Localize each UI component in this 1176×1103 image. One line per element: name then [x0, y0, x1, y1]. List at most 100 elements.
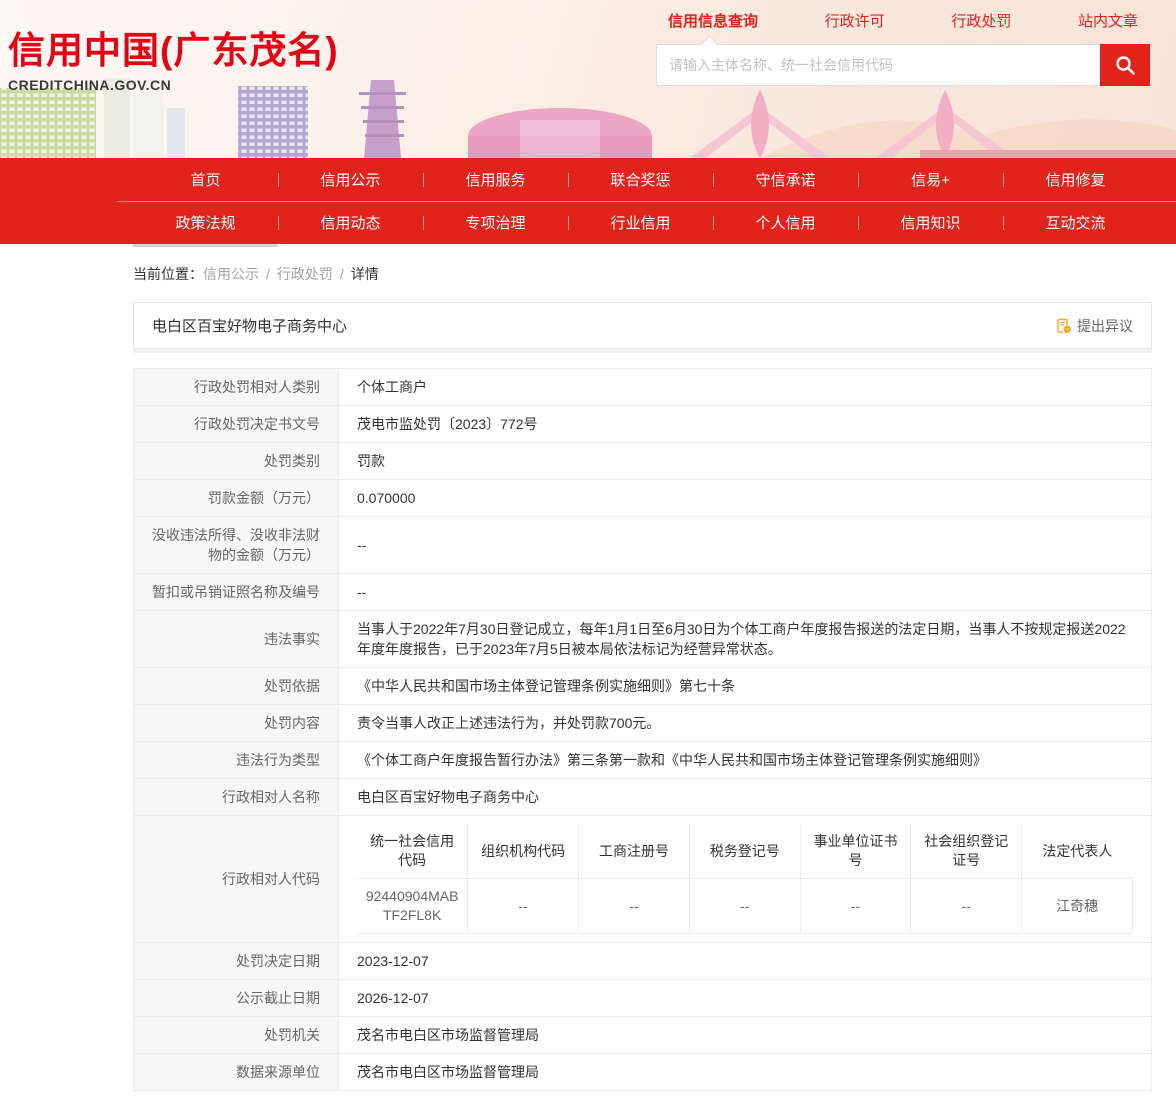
code-header: 事业单位证书号	[800, 824, 911, 879]
field-label: 违法事实	[134, 611, 339, 668]
field-value: 2023-12-07	[339, 943, 1152, 980]
field-label: 暂扣或吊销证照名称及编号	[134, 574, 339, 611]
nav-item-industry-credit[interactable]: 行业信用	[568, 212, 713, 233]
nav-row-1: 首页 信用公示 信用服务 联合奖惩 守信承诺 信易+ 信用修复	[133, 158, 1148, 201]
title-bar: 电白区百宝好物电子商务中心 提出异议	[133, 302, 1152, 349]
field-label: 行政处罚决定书文号	[134, 406, 339, 443]
penalty-detail-table: 行政处罚相对人类别 个体工商户 行政处罚决定书文号 茂电市监处罚〔2023〕77…	[133, 368, 1152, 1091]
table-row: 公示截止日期 2026-12-07	[134, 980, 1152, 1017]
nav-item-credit-service[interactable]: 信用服务	[423, 169, 568, 190]
nav-item-integrity-promise[interactable]: 守信承诺	[713, 169, 858, 190]
field-label: 处罚类别	[134, 443, 339, 480]
table-row: 没收违法所得、没收非法财物的金额（万元） --	[134, 517, 1152, 574]
field-value: 个体工商户	[339, 369, 1152, 406]
nav-item-xinyi-plus[interactable]: 信易+	[858, 169, 1003, 190]
field-label: 没收违法所得、没收非法财物的金额（万元）	[134, 517, 339, 574]
code-value: --	[689, 879, 800, 934]
site-logo[interactable]: 信用中国(广东茂名) CREDITCHINA.GOV.CN	[8, 20, 339, 93]
main-content: 当前位置：信用公示/行政处罚/详情 电白区百宝好物电子商务中心 提出异议	[133, 264, 1152, 1103]
code-value: --	[468, 879, 579, 934]
code-value: --	[911, 879, 1022, 934]
logo-title: 信用中国(广东茂名)	[8, 20, 339, 74]
field-label: 行政相对人名称	[134, 779, 339, 816]
subject-codes-table: 统一社会信用代码 组织机构代码 工商注册号 税务登记号 事业单位证书号 社会组织…	[357, 824, 1133, 934]
search-button[interactable]	[1100, 44, 1150, 86]
field-label: 行政相对人代码	[134, 816, 339, 943]
nav-item-credit-repair[interactable]: 信用修复	[1003, 169, 1148, 190]
code-header: 组织机构代码	[468, 824, 579, 879]
field-value: 当事人于2022年7月30日登记成立，每年1月1日至6月30日为个体工商户年度报…	[339, 611, 1152, 668]
table-row: 处罚类别 罚款	[134, 443, 1152, 480]
search-type-tabs: 信用信息查询 行政许可 行政处罚 站内文章	[656, 10, 1150, 31]
field-value: 《个体工商户年度报告暂行办法》第三条第一款和《中华人民共和国市场主体登记管理条例…	[339, 742, 1152, 779]
breadcrumb-separator: /	[266, 266, 270, 282]
code-value: 江奇穗	[1022, 879, 1133, 934]
code-header: 法定代表人	[1022, 824, 1133, 879]
field-value: 0.070000	[339, 480, 1152, 517]
tab-admin-license[interactable]: 行政许可	[825, 10, 885, 31]
breadcrumb-admin-penalty[interactable]: 行政处罚	[277, 266, 333, 282]
table-row: 处罚依据 《中华人民共和国市场主体登记管理条例实施细则》第七十条	[134, 668, 1152, 705]
code-header: 社会组织登记证号	[911, 824, 1022, 879]
main-nav: 首页 信用公示 信用服务 联合奖惩 守信承诺 信易+ 信用修复 政策法规 信用动…	[0, 158, 1176, 244]
search-input[interactable]	[656, 44, 1100, 86]
nav-item-joint-rewards-punishments[interactable]: 联合奖惩	[568, 169, 713, 190]
table-row: 数据来源单位 茂名市电白区市场监督管理局	[134, 1054, 1152, 1091]
field-value: 罚款	[339, 443, 1152, 480]
nav-item-special-governance[interactable]: 专项治理	[423, 212, 568, 233]
field-value: 2026-12-07	[339, 980, 1152, 1017]
nav-row-2: 政策法规 信用动态 专项治理 行业信用 个人信用 信用知识 互动交流	[133, 201, 1148, 244]
search-icon	[1113, 53, 1137, 77]
site-header: 信用中国(广东茂名) CREDITCHINA.GOV.CN 信用信息查询 行政许…	[0, 0, 1176, 158]
field-label: 罚款金额（万元）	[134, 480, 339, 517]
field-value: --	[339, 574, 1152, 611]
codes-value-row: 92440904MABTF2FL8K -- -- -- -- -- 江奇穗	[357, 879, 1133, 934]
field-label: 处罚机关	[134, 1017, 339, 1054]
field-label: 处罚决定日期	[134, 943, 339, 980]
field-value: 《中华人民共和国市场主体登记管理条例实施细则》第七十条	[339, 668, 1152, 705]
field-value: 责令当事人改正上述违法行为，并处罚款700元。	[339, 705, 1152, 742]
nav-item-home[interactable]: 首页	[133, 169, 278, 190]
nav-row-divider	[117, 201, 1176, 202]
code-value: 92440904MABTF2FL8K	[357, 879, 468, 934]
table-row: 暂扣或吊销证照名称及编号 --	[134, 574, 1152, 611]
field-label: 行政处罚相对人类别	[134, 369, 339, 406]
codes-header-row: 统一社会信用代码 组织机构代码 工商注册号 税务登记号 事业单位证书号 社会组织…	[357, 824, 1133, 879]
table-row: 行政处罚相对人类别 个体工商户	[134, 369, 1152, 406]
field-value: 茂电市监处罚〔2023〕772号	[339, 406, 1152, 443]
nav-item-credit-knowledge[interactable]: 信用知识	[858, 212, 1003, 233]
tab-admin-penalty[interactable]: 行政处罚	[951, 10, 1011, 31]
code-value: --	[579, 879, 690, 934]
code-header: 工商注册号	[579, 824, 690, 879]
code-header: 税务登记号	[689, 824, 800, 879]
table-row-codes: 行政相对人代码 统一社会信用代码 组织机构代码 工商注册号 税务登记号 事业单位…	[134, 816, 1152, 943]
search-bar	[656, 44, 1150, 86]
table-row: 处罚内容 责令当事人改正上述违法行为，并处罚款700元。	[134, 705, 1152, 742]
nav-item-interaction[interactable]: 互动交流	[1003, 212, 1148, 233]
field-value: 电白区百宝好物电子商务中心	[339, 779, 1152, 816]
table-row: 行政处罚决定书文号 茂电市监处罚〔2023〕772号	[134, 406, 1152, 443]
field-label: 处罚依据	[134, 668, 339, 705]
nav-item-policy-regulations[interactable]: 政策法规	[133, 212, 278, 233]
field-label: 处罚内容	[134, 705, 339, 742]
field-value: 茂名市电白区市场监督管理局	[339, 1054, 1152, 1091]
breadcrumb-current: 详情	[351, 266, 379, 282]
table-row: 违法行为类型 《个体工商户年度报告暂行办法》第三条第一款和《中华人民共和国市场主…	[134, 742, 1152, 779]
field-value: 统一社会信用代码 组织机构代码 工商注册号 税务登记号 事业单位证书号 社会组织…	[339, 816, 1152, 943]
field-label: 违法行为类型	[134, 742, 339, 779]
table-row: 处罚决定日期 2023-12-07	[134, 943, 1152, 980]
page-title: 电白区百宝好物电子商务中心	[152, 315, 347, 336]
code-header: 统一社会信用代码	[357, 824, 468, 879]
nav-item-credit-news[interactable]: 信用动态	[278, 212, 423, 233]
tab-credit-info-search[interactable]: 信用信息查询	[668, 10, 758, 31]
table-row: 处罚机关 茂名市电白区市场监督管理局	[134, 1017, 1152, 1054]
breadcrumb-credit-publicity[interactable]: 信用公示	[203, 266, 259, 282]
nav-item-credit-publicity[interactable]: 信用公示	[278, 169, 423, 190]
raise-objection-button[interactable]: 提出异议	[1055, 316, 1133, 336]
tab-site-articles[interactable]: 站内文章	[1078, 10, 1138, 31]
field-label: 数据来源单位	[134, 1054, 339, 1091]
nav-item-personal-credit[interactable]: 个人信用	[713, 212, 858, 233]
code-value: --	[800, 879, 911, 934]
table-row: 行政相对人名称 电白区百宝好物电子商务中心	[134, 779, 1152, 816]
header-search-area: 信用信息查询 行政许可 行政处罚 站内文章	[656, 10, 1150, 86]
